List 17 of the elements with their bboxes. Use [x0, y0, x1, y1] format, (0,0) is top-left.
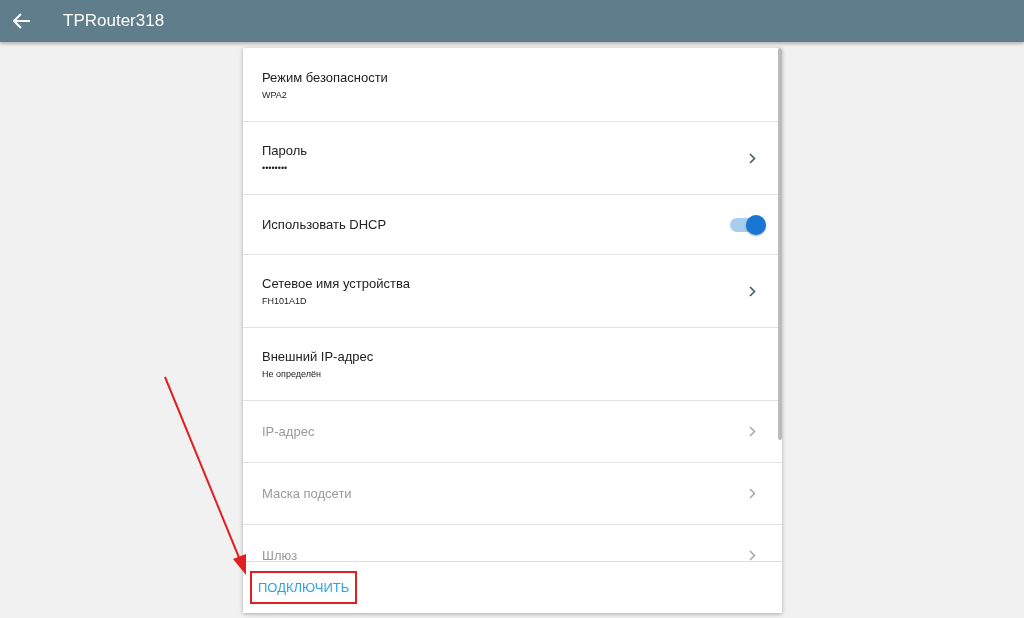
setting-title: Шлюз	[262, 548, 299, 561]
scrollbar-thumb[interactable]	[778, 48, 782, 440]
setting-title: Использовать DHCP	[262, 217, 388, 232]
setting-title: Сетевое имя устройства	[262, 276, 411, 291]
setting-title: Внешний IP-адрес	[262, 349, 375, 364]
dhcp-switch[interactable]	[730, 217, 764, 232]
setting-title: Маска подсети	[262, 486, 353, 501]
setting-value: FH101A1D	[262, 296, 308, 306]
back-arrow-icon	[13, 13, 31, 29]
setting-value: WPA2	[262, 89, 288, 100]
screen-title: TPRouter318	[63, 11, 165, 31]
back-button[interactable]	[12, 11, 32, 31]
setting-value: ••••••••	[262, 163, 289, 173]
setting-value: Не определён	[262, 369, 322, 379]
setting-title: Режим безопасности	[262, 69, 389, 85]
setting-title: Пароль	[262, 143, 309, 158]
setting-title: IP-адрес	[262, 424, 316, 439]
